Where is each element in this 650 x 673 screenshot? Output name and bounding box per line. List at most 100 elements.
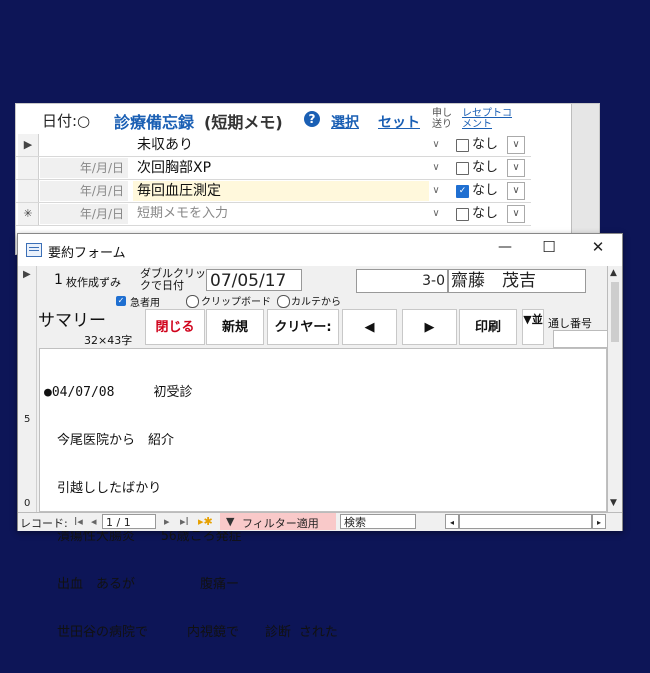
filter-label: フィルター適用 [242,517,319,530]
filter-indicator[interactable]: ▼ フィルター適用 [220,513,336,530]
new-row-icon[interactable]: ✳ [18,203,39,225]
receipt-value: なし [472,206,499,221]
scroll-up-icon[interactable]: ▲ [610,268,617,278]
prev-record-icon[interactable]: ◂ [91,515,97,528]
memo-row-new[interactable]: ✳ 年/月/日 短期メモを入力 ∨ なし ∨ [16,203,531,226]
created-label: 枚作成ずみ [66,276,121,289]
form-body: ▶ 5 0 1 枚作成ずみ ダブルクリックで日付 07/05/17 3-0 齋藤… [18,266,622,640]
urgent-checkbox[interactable]: ✓ [116,296,126,306]
urgent-label: 急者用 [130,298,160,309]
karte-radio[interactable] [277,295,290,308]
first-record-icon[interactable]: I◂ [74,515,83,528]
summary-line: 潰瘍性大腸炎 56歳ころ発症 [44,529,242,544]
date-field[interactable]: 年/月/日 [40,158,128,178]
row-selector-icon[interactable]: ▶ [18,134,39,156]
memo-subtitle: (短期メモ) [204,113,283,132]
row-selector-icon[interactable] [18,157,39,179]
memo-title: 診療備忘録 [114,113,195,132]
char-limit-label: 32×43字 [84,334,133,347]
maximize-button[interactable]: ☐ [534,238,564,256]
chevron-down-icon[interactable]: ∨ [507,182,525,200]
horizontal-scrollbar[interactable] [459,514,592,529]
summary-form-window: 要約フォーム — ☐ ✕ ▶ 5 0 1 枚作成ずみ ダブルクリックで日付 07… [17,233,623,640]
ruler-mark: 5 [24,414,31,425]
transfer-checkbox[interactable] [456,208,469,221]
memo-field[interactable]: 毎回血圧測定 [133,181,429,201]
close-window-button[interactable]: ✕ [583,238,613,256]
prev-record-button[interactable]: ◀ [342,309,397,345]
next-record-button[interactable]: ▶ [402,309,457,345]
date-label: 日付:○ [42,112,91,130]
vertical-scrollbar[interactable] [571,104,599,254]
close-form-button[interactable]: 閉じる [145,309,205,345]
clipboard-radio[interactable] [186,295,199,308]
next-record-icon[interactable]: ▸ [164,515,170,528]
record-label: レコード: [20,517,68,530]
chevron-down-icon[interactable]: ∨ [507,159,525,177]
vertical-scrollbar[interactable]: ▲ ▼ [607,266,622,512]
receipt-value: なし [472,137,499,152]
double-click-label: ダブルクリックで日付 [140,267,206,292]
ruler-mark: 0 [24,498,31,509]
chevron-down-icon[interactable]: ∨ [429,183,443,199]
summary-line: 引越ししたばかり [44,481,162,496]
chevron-down-icon[interactable]: ∨ [507,136,525,154]
memo-field[interactable]: 未収あり [133,135,429,155]
window-title: 要約フォーム [48,246,126,261]
minimize-button[interactable]: — [490,239,520,255]
new-record-icon[interactable]: ▸✱ [198,515,213,528]
new-button[interactable]: 新規 [206,309,264,345]
record-number-field[interactable]: 1 / 1 [102,514,156,529]
memo-row[interactable]: 年/月/日 毎回血圧測定 ∨ ✓ なし ∨ [16,180,531,203]
sort-button[interactable]: ▼並 [522,309,544,345]
chevron-down-icon[interactable]: ∨ [429,137,443,153]
row-selector-icon[interactable] [18,180,39,202]
patient-id-field[interactable]: 3-0 [356,269,448,293]
summary-line: ●04/07/08 初受診 [44,385,193,400]
current-record-icon: ▶ [23,269,31,280]
chevron-down-icon[interactable]: ∨ [429,160,443,176]
scroll-right-icon[interactable]: ▸ [592,514,606,529]
print-button[interactable]: 印刷 [459,309,517,345]
transfer-checkbox[interactable] [456,162,469,175]
scroll-left-icon[interactable]: ◂ [445,514,459,529]
summary-text-area[interactable]: ●04/07/08 初受診 今尾医院から 紹介 引越ししたばかり 潰瘍性大腸炎 … [39,348,607,640]
filter-icon: ▼ [226,515,235,528]
date-field[interactable] [40,135,128,155]
memo-row[interactable]: 年/月/日 次回胸部XP ∨ なし ∨ [16,157,531,180]
summary-label: サマリー [38,311,106,331]
memo-field[interactable]: 短期メモを入力 [133,204,429,224]
form-icon [26,243,42,257]
receipt-value: なし [472,183,499,198]
help-icon[interactable]: ? [304,111,320,127]
summary-line: 世田谷の病院で 内視鏡で 診断 された [44,625,338,640]
mosi-label: 申し送り [432,108,452,130]
date-field[interactable]: 年/月/日 [40,181,128,201]
clipboard-label: クリップボード [201,297,271,308]
transfer-checkbox[interactable]: ✓ [456,185,469,198]
search-field[interactable]: 検索 [340,514,416,529]
record-navigation-bar: レコード: I◂ ◂ 1 / 1 ▸ ▸I ▸✱ ▼ フィルター適用 検索 ◂ … [18,512,622,531]
scroll-down-icon[interactable]: ▼ [610,498,617,508]
date-input[interactable]: 07/05/17 [206,269,302,291]
karte-label: カルテから [291,297,341,308]
chevron-down-icon[interactable]: ∨ [507,205,525,223]
patient-name-field[interactable]: 齋藤 茂吉 [448,269,586,293]
receipt-comment-label[interactable]: レセプトコメント [462,108,512,130]
last-record-icon[interactable]: ▸I [180,515,189,528]
summary-line: 出血 あるが 腹痛ー [44,577,240,592]
memo-field[interactable]: 次回胸部XP [133,158,429,178]
receipt-value: なし [472,160,499,175]
memo-row[interactable]: ▶ 未収あり ∨ なし ∨ [16,134,531,157]
memo-form-header: 日付:○ 診療備忘録 (短期メモ) ? 選択 セット 申し送り レセプトコメント [16,104,556,134]
select-link[interactable]: 選択 [331,112,359,132]
serial-number-field[interactable] [553,330,609,348]
clear-button[interactable]: クリヤー: [267,309,339,345]
date-field[interactable]: 年/月/日 [40,204,128,224]
record-selector-column[interactable]: ▶ 5 0 [20,266,37,512]
transfer-checkbox[interactable] [456,139,469,152]
set-link[interactable]: セット [378,112,420,132]
summary-line: 今尾医院から 紹介 [44,433,175,448]
scroll-thumb[interactable] [611,282,619,342]
chevron-down-icon[interactable]: ∨ [429,206,443,222]
